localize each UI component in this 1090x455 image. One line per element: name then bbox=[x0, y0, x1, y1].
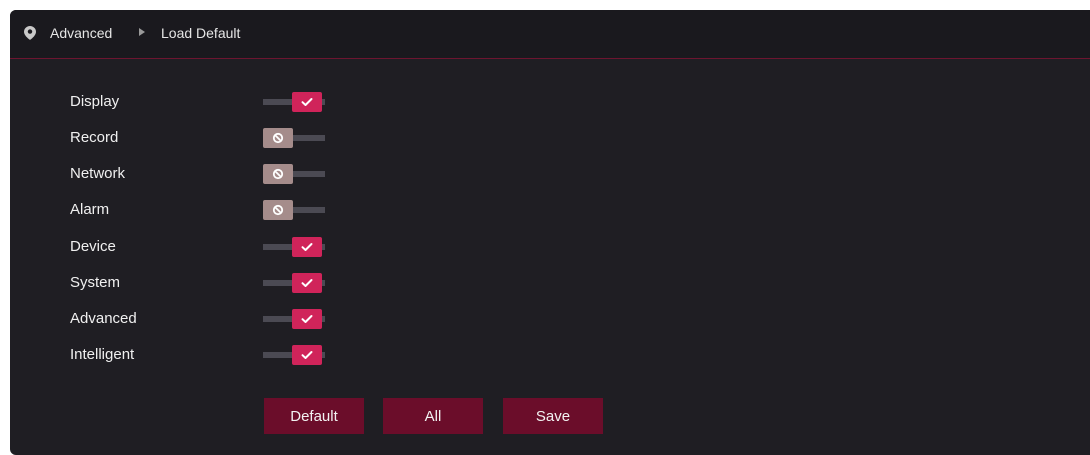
toggle-knob bbox=[292, 92, 322, 112]
toggle-knob bbox=[263, 200, 293, 220]
toggle-knob bbox=[292, 309, 322, 329]
option-row-alarm: Alarm bbox=[70, 198, 390, 222]
option-label: Display bbox=[70, 93, 120, 110]
advanced-toggle[interactable] bbox=[263, 309, 325, 329]
breadcrumb-advanced[interactable]: Advanced bbox=[50, 25, 112, 41]
option-row-network: Network bbox=[70, 162, 390, 186]
option-label: Record bbox=[70, 129, 119, 146]
save-button[interactable]: Save bbox=[503, 398, 603, 434]
option-row-display: Display bbox=[70, 90, 390, 114]
check-icon bbox=[301, 98, 313, 106]
breadcrumb-load-default: Load Default bbox=[161, 25, 241, 41]
blocked-icon bbox=[272, 204, 284, 216]
device-toggle[interactable] bbox=[263, 237, 325, 257]
toggle-knob bbox=[263, 128, 293, 148]
option-row-intelligent: Intelligent bbox=[70, 343, 390, 367]
system-toggle[interactable] bbox=[263, 273, 325, 293]
check-icon bbox=[301, 315, 313, 323]
display-toggle[interactable] bbox=[263, 92, 325, 112]
toggle-knob bbox=[263, 164, 293, 184]
check-icon bbox=[301, 243, 313, 251]
option-label: Device bbox=[70, 238, 116, 255]
toggle-knob bbox=[292, 237, 322, 257]
toggle-knob bbox=[292, 273, 322, 293]
blocked-icon bbox=[272, 168, 284, 180]
default-button[interactable]: Default bbox=[264, 398, 364, 434]
option-label: Network bbox=[70, 165, 126, 182]
option-row-record: Record bbox=[70, 126, 390, 150]
check-icon bbox=[301, 351, 313, 359]
toggle-knob bbox=[292, 345, 322, 365]
check-icon bbox=[301, 279, 313, 287]
option-row-system: System bbox=[70, 271, 390, 295]
option-row-device: Device bbox=[70, 235, 390, 259]
load-default-panel: Advanced Load Default Display Record Net… bbox=[10, 10, 1090, 455]
all-button[interactable]: All bbox=[383, 398, 483, 434]
caret-right-icon bbox=[139, 28, 145, 36]
blocked-icon bbox=[272, 132, 284, 144]
intelligent-toggle[interactable] bbox=[263, 345, 325, 365]
breadcrumb: Advanced Load Default bbox=[10, 10, 1090, 59]
network-toggle[interactable] bbox=[263, 164, 325, 184]
location-pin-icon bbox=[24, 26, 36, 40]
option-row-advanced: Advanced bbox=[70, 307, 390, 331]
option-label: Intelligent bbox=[70, 346, 135, 363]
record-toggle[interactable] bbox=[263, 128, 325, 148]
alarm-toggle[interactable] bbox=[263, 200, 325, 220]
option-label: Alarm bbox=[70, 201, 110, 218]
option-label: System bbox=[70, 274, 121, 291]
option-label: Advanced bbox=[70, 310, 137, 327]
